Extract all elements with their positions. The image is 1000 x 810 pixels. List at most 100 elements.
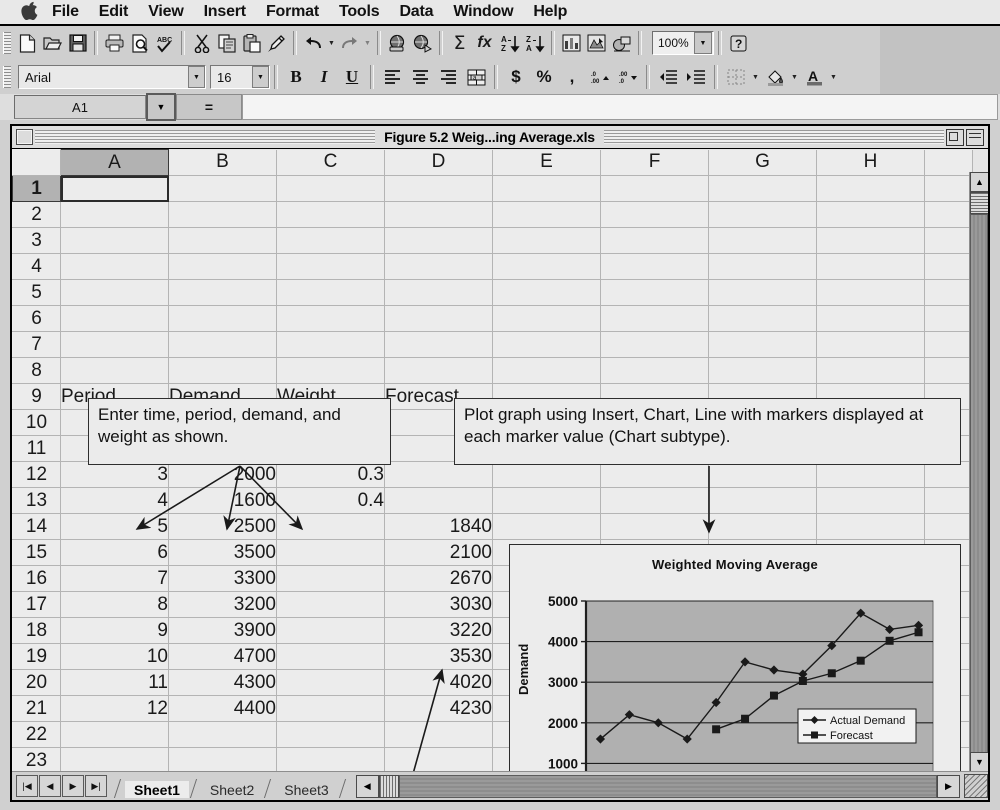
row-header-10[interactable]: 10	[12, 409, 61, 436]
column-header-f[interactable]: F	[600, 149, 709, 176]
cell-D8[interactable]	[384, 357, 493, 384]
cell-G19[interactable]	[708, 643, 817, 670]
sheet-tab-sheet3[interactable]: Sheet3	[275, 781, 337, 798]
merge-and-center-icon[interactable]: a	[462, 64, 490, 90]
cell-D9[interactable]: Forecast	[384, 383, 493, 410]
cell-B16[interactable]: 3300	[168, 565, 277, 592]
cell-F18[interactable]	[600, 617, 709, 644]
row-header-14[interactable]: 14	[12, 513, 61, 540]
cell-C15[interactable]	[276, 539, 385, 566]
row-header-23[interactable]: 23	[12, 747, 61, 771]
row-header-5[interactable]: 5	[12, 279, 61, 306]
spelling-check-icon[interactable]: ABC	[152, 30, 177, 56]
cell-F8[interactable]	[600, 357, 709, 384]
cell-I14[interactable]	[924, 513, 973, 540]
italic-button[interactable]: I	[310, 64, 338, 90]
cell-C17[interactable]	[276, 591, 385, 618]
drawing-icon[interactable]	[609, 30, 634, 56]
cell-F4[interactable]	[600, 253, 709, 280]
cell-C3[interactable]	[276, 227, 385, 254]
format-painter-icon[interactable]	[264, 30, 289, 56]
cell-F13[interactable]	[600, 487, 709, 514]
cell-G10[interactable]	[708, 409, 817, 436]
vertical-scrollbar[interactable]: ▲ ▼	[969, 172, 988, 772]
cell-A4[interactable]	[60, 253, 169, 280]
cell-I2[interactable]	[924, 201, 973, 228]
row-header-18[interactable]: 18	[12, 617, 61, 644]
cell-F7[interactable]	[600, 331, 709, 358]
align-center-icon[interactable]	[406, 64, 434, 90]
cell-A15[interactable]: 6	[60, 539, 169, 566]
font-name-dropdown-icon[interactable]: ▼	[188, 66, 205, 88]
collapse-icon[interactable]	[966, 128, 985, 146]
cell-E21[interactable]	[492, 695, 601, 722]
font-color-dropdown-icon[interactable]: ▼	[828, 74, 839, 81]
resize-grow-handle[interactable]	[964, 774, 988, 798]
cell-H17[interactable]	[816, 591, 925, 618]
cell-D20[interactable]: 4020	[384, 669, 493, 696]
cell-B13[interactable]: 1600	[168, 487, 277, 514]
redo-dropdown-icon[interactable]: ▼	[362, 40, 373, 47]
cell-B17[interactable]: 3200	[168, 591, 277, 618]
cell-G21[interactable]	[708, 695, 817, 722]
worksheet-grid[interactable]: A B C D E F G H 1 2 3 4 5 6 7 8 9 Period Demand Wei…	[12, 149, 973, 771]
cell-G17[interactable]	[708, 591, 817, 618]
cell-C13[interactable]: 0.4	[276, 487, 385, 514]
cell-F1[interactable]	[600, 175, 709, 202]
cell-H8[interactable]	[816, 357, 925, 384]
cell-C12[interactable]: 0.3	[276, 461, 385, 488]
row-header-11[interactable]: 11	[12, 435, 61, 462]
cell-D3[interactable]	[384, 227, 493, 254]
select-all-corner[interactable]	[12, 149, 61, 176]
cell-H15[interactable]	[816, 539, 925, 566]
cell-D23[interactable]	[384, 747, 493, 771]
sheet-tab-sheet1[interactable]: Sheet1	[125, 781, 189, 798]
cell-A17[interactable]: 8	[60, 591, 169, 618]
cell-E9[interactable]	[492, 383, 601, 410]
insert-hyperlink-icon[interactable]	[385, 30, 410, 56]
horizontal-scroll-thumb[interactable]	[378, 774, 399, 798]
cell-C4[interactable]	[276, 253, 385, 280]
cell-G8[interactable]	[708, 357, 817, 384]
align-left-icon[interactable]	[378, 64, 406, 90]
cell-E16[interactable]	[492, 565, 601, 592]
cell-A13[interactable]: 4	[60, 487, 169, 514]
cell-C23[interactable]	[276, 747, 385, 771]
autosum-icon[interactable]: Σ	[447, 30, 472, 56]
cell-I11[interactable]	[924, 435, 973, 462]
close-icon[interactable]	[16, 129, 33, 145]
zoom-dropdown-icon[interactable]: ▼	[694, 32, 712, 54]
align-right-icon[interactable]	[434, 64, 462, 90]
save-disk-icon[interactable]	[65, 30, 90, 56]
cell-G2[interactable]	[708, 201, 817, 228]
cell-B9[interactable]: Demand	[168, 383, 277, 410]
cell-I22[interactable]	[924, 721, 973, 748]
cell-F15[interactable]	[600, 539, 709, 566]
font-size-combobox[interactable]: 16 ▼	[210, 65, 270, 89]
cell-D5[interactable]	[384, 279, 493, 306]
cell-G11[interactable]	[708, 435, 817, 462]
cell-A1[interactable]	[60, 175, 169, 202]
cell-I4[interactable]	[924, 253, 973, 280]
cell-F21[interactable]	[600, 695, 709, 722]
cell-H7[interactable]	[816, 331, 925, 358]
cell-E10[interactable]	[492, 409, 601, 436]
cell-B21[interactable]: 4400	[168, 695, 277, 722]
cell-C22[interactable]	[276, 721, 385, 748]
office-assistant-icon[interactable]: ?	[726, 30, 751, 56]
previous-sheet-icon[interactable]: ◀	[39, 775, 61, 797]
cell-D15[interactable]: 2100	[384, 539, 493, 566]
cell-E7[interactable]	[492, 331, 601, 358]
cell-A9[interactable]: Period	[60, 383, 169, 410]
cell-G18[interactable]	[708, 617, 817, 644]
cell-F2[interactable]	[600, 201, 709, 228]
horizontal-scroll-track[interactable]	[398, 774, 937, 798]
cell-B3[interactable]	[168, 227, 277, 254]
name-box[interactable]: A1	[14, 95, 146, 119]
cell-G6[interactable]	[708, 305, 817, 332]
cell-H5[interactable]	[816, 279, 925, 306]
percent-style-button[interactable]: %	[530, 64, 558, 90]
cell-D4[interactable]	[384, 253, 493, 280]
cell-H18[interactable]	[816, 617, 925, 644]
web-toolbar-icon[interactable]	[410, 30, 435, 56]
